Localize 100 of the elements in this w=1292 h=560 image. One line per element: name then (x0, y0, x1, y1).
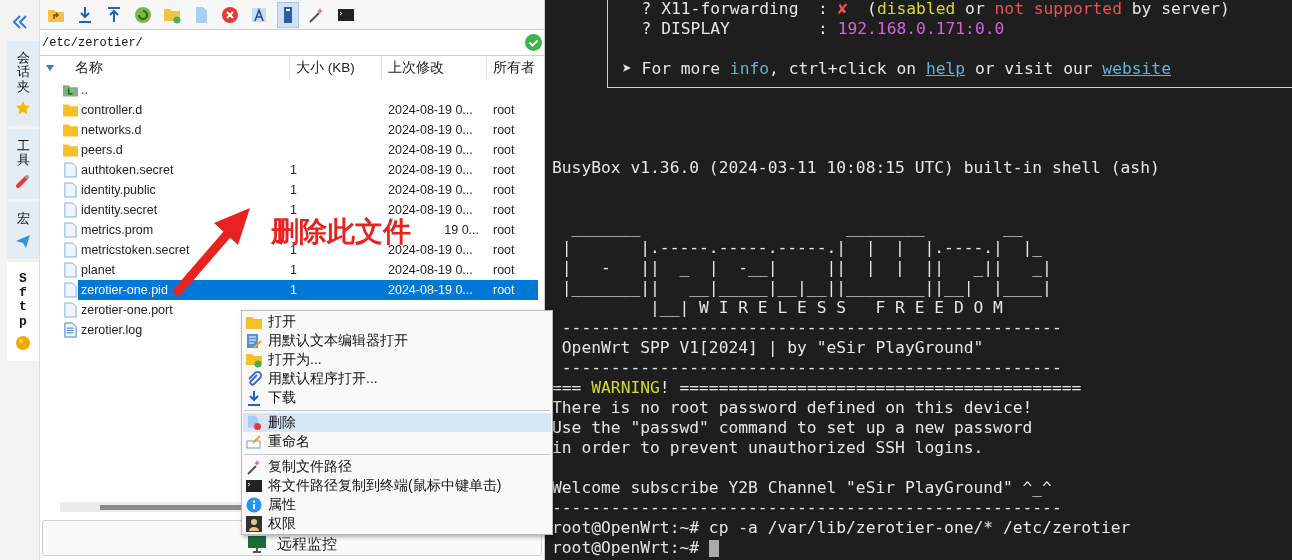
tools-icon (15, 173, 31, 190)
menu-item[interactable]: 将文件路径复制到终端(鼠标中键单击) (243, 476, 551, 495)
menu-item[interactable]: 属性 (243, 495, 551, 514)
menu-item[interactable]: 用默认文本编辑器打开 (243, 331, 551, 350)
terminal-line: Welcome subscribe Y2B Channel "eSir PlayGround" ^_^ (552, 478, 1052, 498)
file-name[interactable]: peers.d (81, 142, 123, 157)
terminal-line: === WARNING! ========================================= (552, 378, 1082, 398)
terminal-line: | - || _ | -__| || | | || _|| _| (560, 258, 1052, 278)
terminal-line: --------------------------------------------------- (560, 318, 1062, 338)
file-name[interactable]: controller.d (81, 102, 143, 117)
file-icon (63, 262, 78, 278)
menu-item[interactable]: 打开为... (243, 350, 551, 369)
column-header[interactable]: 上次修改 (382, 56, 487, 80)
owner-name: root (493, 162, 515, 177)
terminal-line: | |.-----.-----.-----.| | | |.----.| |_ (560, 238, 1043, 258)
side-tab[interactable]: Sftp (7, 261, 39, 361)
menu-item[interactable]: 下载 (243, 388, 551, 407)
download-icon (76, 5, 94, 24)
terminal-line: _______ ________ __ (570, 218, 1023, 238)
file-name[interactable]: zerotier-one.pid (81, 282, 168, 297)
modified-date: 2024-08-19 0... (388, 162, 473, 177)
star-icon (15, 99, 31, 116)
file-name[interactable]: zerotier.log (81, 322, 143, 337)
file-name[interactable]: networks.d (81, 122, 142, 137)
terminal-line: Use the "passwd" command to set up a new password (552, 418, 1033, 438)
terminal[interactable] (545, 0, 1292, 560)
owner-name: root (493, 182, 515, 197)
file-size: 1 (290, 202, 297, 217)
file-icon (63, 242, 78, 258)
file-size: 1 (290, 282, 297, 297)
path-field[interactable]: /etc/zerotier/ (40, 30, 544, 56)
download-icon (246, 389, 262, 406)
side-tab[interactable]: 工具 (7, 128, 39, 200)
collapse-icon[interactable] (10, 13, 29, 31)
menu-item[interactable]: 重命名 (243, 432, 551, 451)
file-icon (63, 182, 78, 198)
delete-file-icon (246, 414, 262, 431)
file-name[interactable]: .. (81, 82, 88, 97)
file-icon (63, 162, 78, 178)
column-header[interactable]: 名称 (60, 56, 290, 80)
owner-name: root (493, 102, 515, 117)
terminal-line: BusyBox v1.36.0 (2024-03-11 10:08:15 UTC) built-in shell (ash) (552, 158, 1160, 178)
file-size: 1 (290, 182, 297, 197)
modified-date: 19 0... (444, 222, 479, 237)
file-size: 1 (290, 162, 297, 177)
monitor-icon (247, 535, 267, 553)
menu-item[interactable]: 用默认程序打开... (243, 369, 551, 388)
terminal-line: root@OpenWrt:~# cp -a /var/lib/zerotier-one/* /etc/zerotier (552, 518, 1131, 538)
owner-name: root (493, 202, 515, 217)
folder-icon (63, 102, 78, 118)
rename-icon (246, 433, 262, 450)
menu-item[interactable]: 复制文件路径 (243, 457, 551, 476)
side-tab[interactable]: 会话夹 (7, 41, 39, 126)
terminal-line: OpenWrt SPP V1[2024] | by "eSir PlayGround" (560, 338, 984, 358)
modified-date: 2024-08-19 0... (388, 182, 473, 197)
magic-wand-icon (246, 458, 262, 475)
orb-icon (15, 334, 31, 351)
menu-item[interactable]: 删除 (243, 413, 551, 432)
file-name[interactable]: planet (81, 262, 116, 277)
folder-plus-icon (246, 351, 262, 368)
modified-date: 2024-08-19 0... (388, 142, 473, 157)
owner-name: root (493, 282, 515, 297)
side-tab[interactable]: 宏 (7, 202, 39, 259)
terminal-line: ---------------------------------------------------- (552, 498, 1062, 518)
collapse-triangle-icon[interactable] (46, 65, 54, 71)
menu-item[interactable]: 打开 (243, 312, 551, 331)
file-name[interactable]: metrics.prom (81, 222, 154, 237)
file-name[interactable]: zerotier-one.port (81, 302, 173, 317)
terminal-line: --------------------------------------------------- (560, 358, 1062, 378)
terminal-line: |_______|| __|_____|__|__||________||__| |____| (560, 278, 1052, 298)
folder-icon (63, 122, 78, 138)
owner-name: root (493, 262, 515, 277)
folder-up-icon (63, 82, 78, 98)
edit-document-icon (246, 332, 262, 349)
modified-date: 2024-08-19 0... (388, 102, 473, 117)
modified-date: 2024-08-19 0... (388, 262, 473, 277)
text-file-icon (63, 322, 78, 338)
checkmark-icon[interactable] (525, 34, 542, 51)
terminal-line: |__| W I R E L E S S F R E E D O M (649, 298, 1003, 318)
terminal-line: in order to prevent unauthorized SSH logins. (552, 438, 984, 458)
paper-plane-icon (15, 232, 31, 249)
terminal-line: ➤ For more info, ctrl+click on help or visit our website (622, 59, 1171, 79)
file-name[interactable]: identity.public (81, 182, 156, 197)
terminal-line: There is no root password defined on this device! (552, 398, 1033, 418)
file-name[interactable]: metricstoken.secret (81, 242, 190, 257)
file-icon (63, 302, 78, 318)
modified-date: 2024-08-19 0... (388, 282, 473, 297)
column-header[interactable]: 大小 (KB) (290, 56, 382, 80)
modified-date: 2024-08-19 0... (388, 202, 473, 217)
upload-icon (105, 5, 123, 24)
column-header[interactable]: 所有者 (487, 56, 538, 80)
file-name[interactable]: authtoken.secret (81, 162, 174, 177)
terminal-line: ? DISPLAY : 192.168.0.171:0.0 (640, 19, 1005, 39)
file-name[interactable]: identity.secret (81, 202, 158, 217)
owner-name: root (493, 122, 515, 137)
owner-name: root (493, 242, 515, 257)
letter-icon (250, 5, 268, 24)
terminal-line: root@OpenWrt:~# (552, 538, 700, 558)
owner-name: root (493, 222, 515, 237)
folder-icon (63, 142, 78, 158)
